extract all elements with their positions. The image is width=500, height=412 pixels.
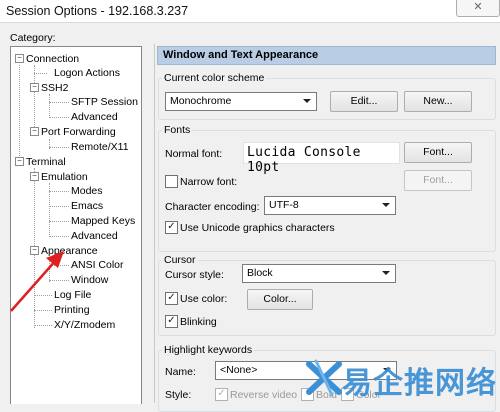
tree-item-emulation-advanced[interactable]: Advanced bbox=[71, 230, 118, 242]
encoding-label: Character encoding: bbox=[165, 201, 260, 213]
close-icon: ✕ bbox=[473, 1, 483, 13]
reverse-video-label: Reverse video bbox=[230, 389, 298, 401]
name-label: Name: bbox=[165, 366, 196, 378]
tree-line bbox=[34, 65, 35, 133]
tree-item-emacs[interactable]: Emacs bbox=[71, 200, 103, 212]
tree-line bbox=[49, 102, 69, 103]
chevron-down-icon bbox=[382, 271, 390, 275]
normal-font-display: Lucida Console 10pt bbox=[243, 142, 400, 175]
normal-font-value: Lucida Console 10pt bbox=[247, 145, 361, 175]
highlight-title: Highlight keywords bbox=[162, 344, 255, 356]
style-label: Style: bbox=[165, 389, 192, 401]
cursor-style-value: Block bbox=[247, 267, 273, 279]
collapse-icon[interactable]: − bbox=[30, 127, 39, 136]
use-color-label: Use color: bbox=[180, 293, 228, 305]
collapse-icon[interactable]: − bbox=[30, 246, 39, 255]
tree-line bbox=[49, 147, 69, 148]
tree-item-terminal[interactable]: Terminal bbox=[26, 156, 66, 168]
new-scheme-button[interactable]: New... bbox=[404, 91, 472, 112]
tree-item-ssh2[interactable]: SSH2 bbox=[41, 82, 68, 94]
cursor-color-button[interactable]: Color... bbox=[247, 289, 313, 310]
tree-item-sftp-session[interactable]: SFTP Session bbox=[71, 96, 138, 108]
narrow-font-label: Narrow font: bbox=[180, 176, 238, 188]
narrow-font-button[interactable]: Font... bbox=[404, 170, 472, 191]
tree-item-appearance[interactable]: Appearance bbox=[41, 245, 98, 257]
chevron-down-icon bbox=[303, 99, 311, 103]
tree-item-modes[interactable]: Modes bbox=[71, 185, 103, 197]
highlight-name-value: <None> bbox=[220, 364, 258, 376]
watermark-text: 易企推网络 bbox=[342, 366, 497, 401]
cursor-style-select[interactable]: Block bbox=[242, 264, 396, 283]
cursor-title: Cursor bbox=[162, 254, 198, 266]
tree-line bbox=[49, 280, 69, 281]
title-bar: Session Options - 192.168.3.237 ✕ bbox=[0, 0, 500, 23]
reverse-video-checkbox[interactable]: ✓ bbox=[215, 388, 228, 401]
tree-line bbox=[19, 65, 20, 162]
tree-item-ansi-color[interactable]: ANSI Color bbox=[71, 259, 124, 271]
collapse-icon[interactable]: − bbox=[15, 54, 24, 63]
color-scheme-select[interactable]: Monochrome bbox=[165, 92, 317, 111]
fonts-title: Fonts bbox=[162, 124, 193, 136]
tree-item-emulation[interactable]: Emulation bbox=[41, 171, 88, 183]
tree-item-connection[interactable]: Connection bbox=[26, 53, 79, 65]
section-title: Window and Text Appearance bbox=[163, 49, 319, 61]
encoding-select[interactable]: UTF-8 bbox=[264, 196, 396, 215]
normal-font-button[interactable]: Font... bbox=[404, 142, 472, 163]
tree-line bbox=[34, 325, 52, 326]
tree-item-port-forwarding[interactable]: Port Forwarding bbox=[41, 126, 116, 138]
normal-font-label: Normal font: bbox=[165, 148, 223, 160]
color-scheme-value: Monochrome bbox=[170, 95, 232, 107]
tree-line bbox=[49, 94, 50, 118]
tree-item-remote-x11[interactable]: Remote/X11 bbox=[71, 141, 129, 153]
collapse-icon[interactable]: − bbox=[30, 83, 39, 92]
blinking-label: Blinking bbox=[180, 316, 217, 328]
unicode-graphics-checkbox[interactable]: ✓ bbox=[165, 221, 178, 234]
narrow-font-checkbox[interactable] bbox=[165, 175, 178, 188]
cursor-style-label: Cursor style: bbox=[165, 269, 224, 281]
tree-item-logon-actions[interactable]: Logon Actions bbox=[54, 67, 120, 79]
tree-line bbox=[34, 310, 52, 311]
tree-item-window[interactable]: Window bbox=[71, 274, 108, 286]
color-scheme-title: Current color scheme bbox=[162, 72, 267, 84]
tree-line bbox=[49, 265, 69, 266]
tree-line bbox=[49, 236, 69, 237]
tree-item-log-file[interactable]: Log File bbox=[54, 289, 91, 301]
blinking-checkbox[interactable]: ✓ bbox=[165, 315, 178, 328]
window-title: Session Options - 192.168.3.237 bbox=[6, 4, 189, 18]
tree-line bbox=[49, 221, 69, 222]
crossed-x-logo-icon bbox=[306, 359, 342, 397]
tree-item-mapped-keys[interactable]: Mapped Keys bbox=[71, 215, 135, 227]
use-color-checkbox[interactable]: ✓ bbox=[165, 292, 178, 305]
tree-line bbox=[49, 191, 69, 192]
collapse-icon[interactable]: − bbox=[15, 157, 24, 166]
chevron-down-icon bbox=[382, 203, 390, 207]
edit-scheme-button[interactable]: Edit... bbox=[330, 91, 398, 112]
tree-item-ssh2-advanced[interactable]: Advanced bbox=[71, 111, 118, 123]
tree-line bbox=[49, 206, 69, 207]
unicode-graphics-label: Use Unicode graphics characters bbox=[180, 222, 335, 234]
category-tree[interactable]: − − − − − − Connection Logon Actions SSH… bbox=[10, 46, 142, 404]
tree-item-xyzmodem[interactable]: X/Y/Zmodem bbox=[54, 319, 115, 331]
encoding-value: UTF-8 bbox=[269, 199, 299, 211]
collapse-icon[interactable]: − bbox=[30, 172, 39, 181]
tree-line bbox=[49, 117, 69, 118]
tree-line bbox=[34, 73, 47, 74]
section-header: Window and Text Appearance bbox=[157, 46, 496, 65]
tree-item-printing[interactable]: Printing bbox=[54, 304, 90, 316]
category-label: Category: bbox=[10, 32, 56, 44]
settings-panel: Window and Text Appearance Current color… bbox=[154, 44, 500, 412]
tree-line bbox=[34, 295, 52, 296]
tree-line bbox=[49, 257, 50, 282]
close-button[interactable]: ✕ bbox=[456, 0, 500, 17]
watermark: 易企推网络 bbox=[306, 356, 500, 401]
